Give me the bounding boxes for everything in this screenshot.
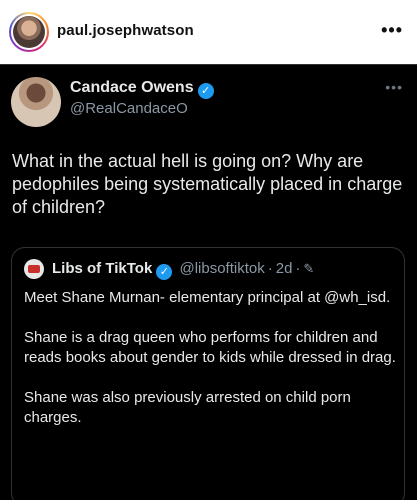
quoted-tweet[interactable]: Libs of TikTok ✓ @libsoftiktok · 2d · ✎ Meet … bbox=[11, 247, 405, 500]
avatar-gap bbox=[11, 14, 47, 50]
instagram-post-header: paul.josephwatson ••• bbox=[0, 0, 417, 64]
quote-text: Meet Shane Murnan- elementary principal … bbox=[24, 288, 396, 448]
quote-verified-badge-icon: ✓ bbox=[156, 264, 173, 280]
more-horizontal-icon[interactable]: ••• bbox=[381, 20, 403, 41]
separator: · bbox=[267, 260, 273, 277]
quote-author-name: Libs of TikTok bbox=[52, 260, 153, 277]
tweet-more-icon[interactable]: ••• bbox=[385, 79, 403, 95]
quote-author-handle: @libsoftiktok bbox=[179, 260, 265, 277]
quote-paragraph: Shane was also previously arrested on ch… bbox=[24, 389, 351, 426]
tweet-author-handle[interactable]: @RealCandaceO bbox=[70, 100, 188, 117]
quote-header: Libs of TikTok ✓ @libsoftiktok · 2d · ✎ bbox=[52, 260, 314, 280]
pencil-edit-icon: ✎ bbox=[303, 261, 315, 276]
avatar bbox=[13, 16, 45, 48]
username-link[interactable]: paul.josephwatson bbox=[57, 22, 194, 39]
quote-author-avatar bbox=[24, 259, 44, 279]
quote-paragraph: Meet Shane Murnan- elementary principal … bbox=[24, 289, 391, 306]
quote-paragraph: Shane is a drag queen who performs for c… bbox=[24, 329, 396, 366]
tweet-author-name[interactable]: Candace Owens ✓ bbox=[70, 79, 214, 99]
tweet-card: Candace Owens ✓ @RealCandaceO ••• What in… bbox=[0, 64, 417, 500]
tweet-text: What in the actual hell is going on? Why… bbox=[12, 151, 403, 217]
quote-timestamp: 2d bbox=[275, 260, 293, 277]
separator-2: · bbox=[295, 260, 301, 277]
author-name-text: Candace Owens bbox=[70, 79, 194, 96]
verified-badge-icon: ✓ bbox=[197, 83, 214, 99]
story-ring[interactable] bbox=[9, 12, 49, 52]
tweet-author-avatar[interactable] bbox=[11, 77, 61, 127]
